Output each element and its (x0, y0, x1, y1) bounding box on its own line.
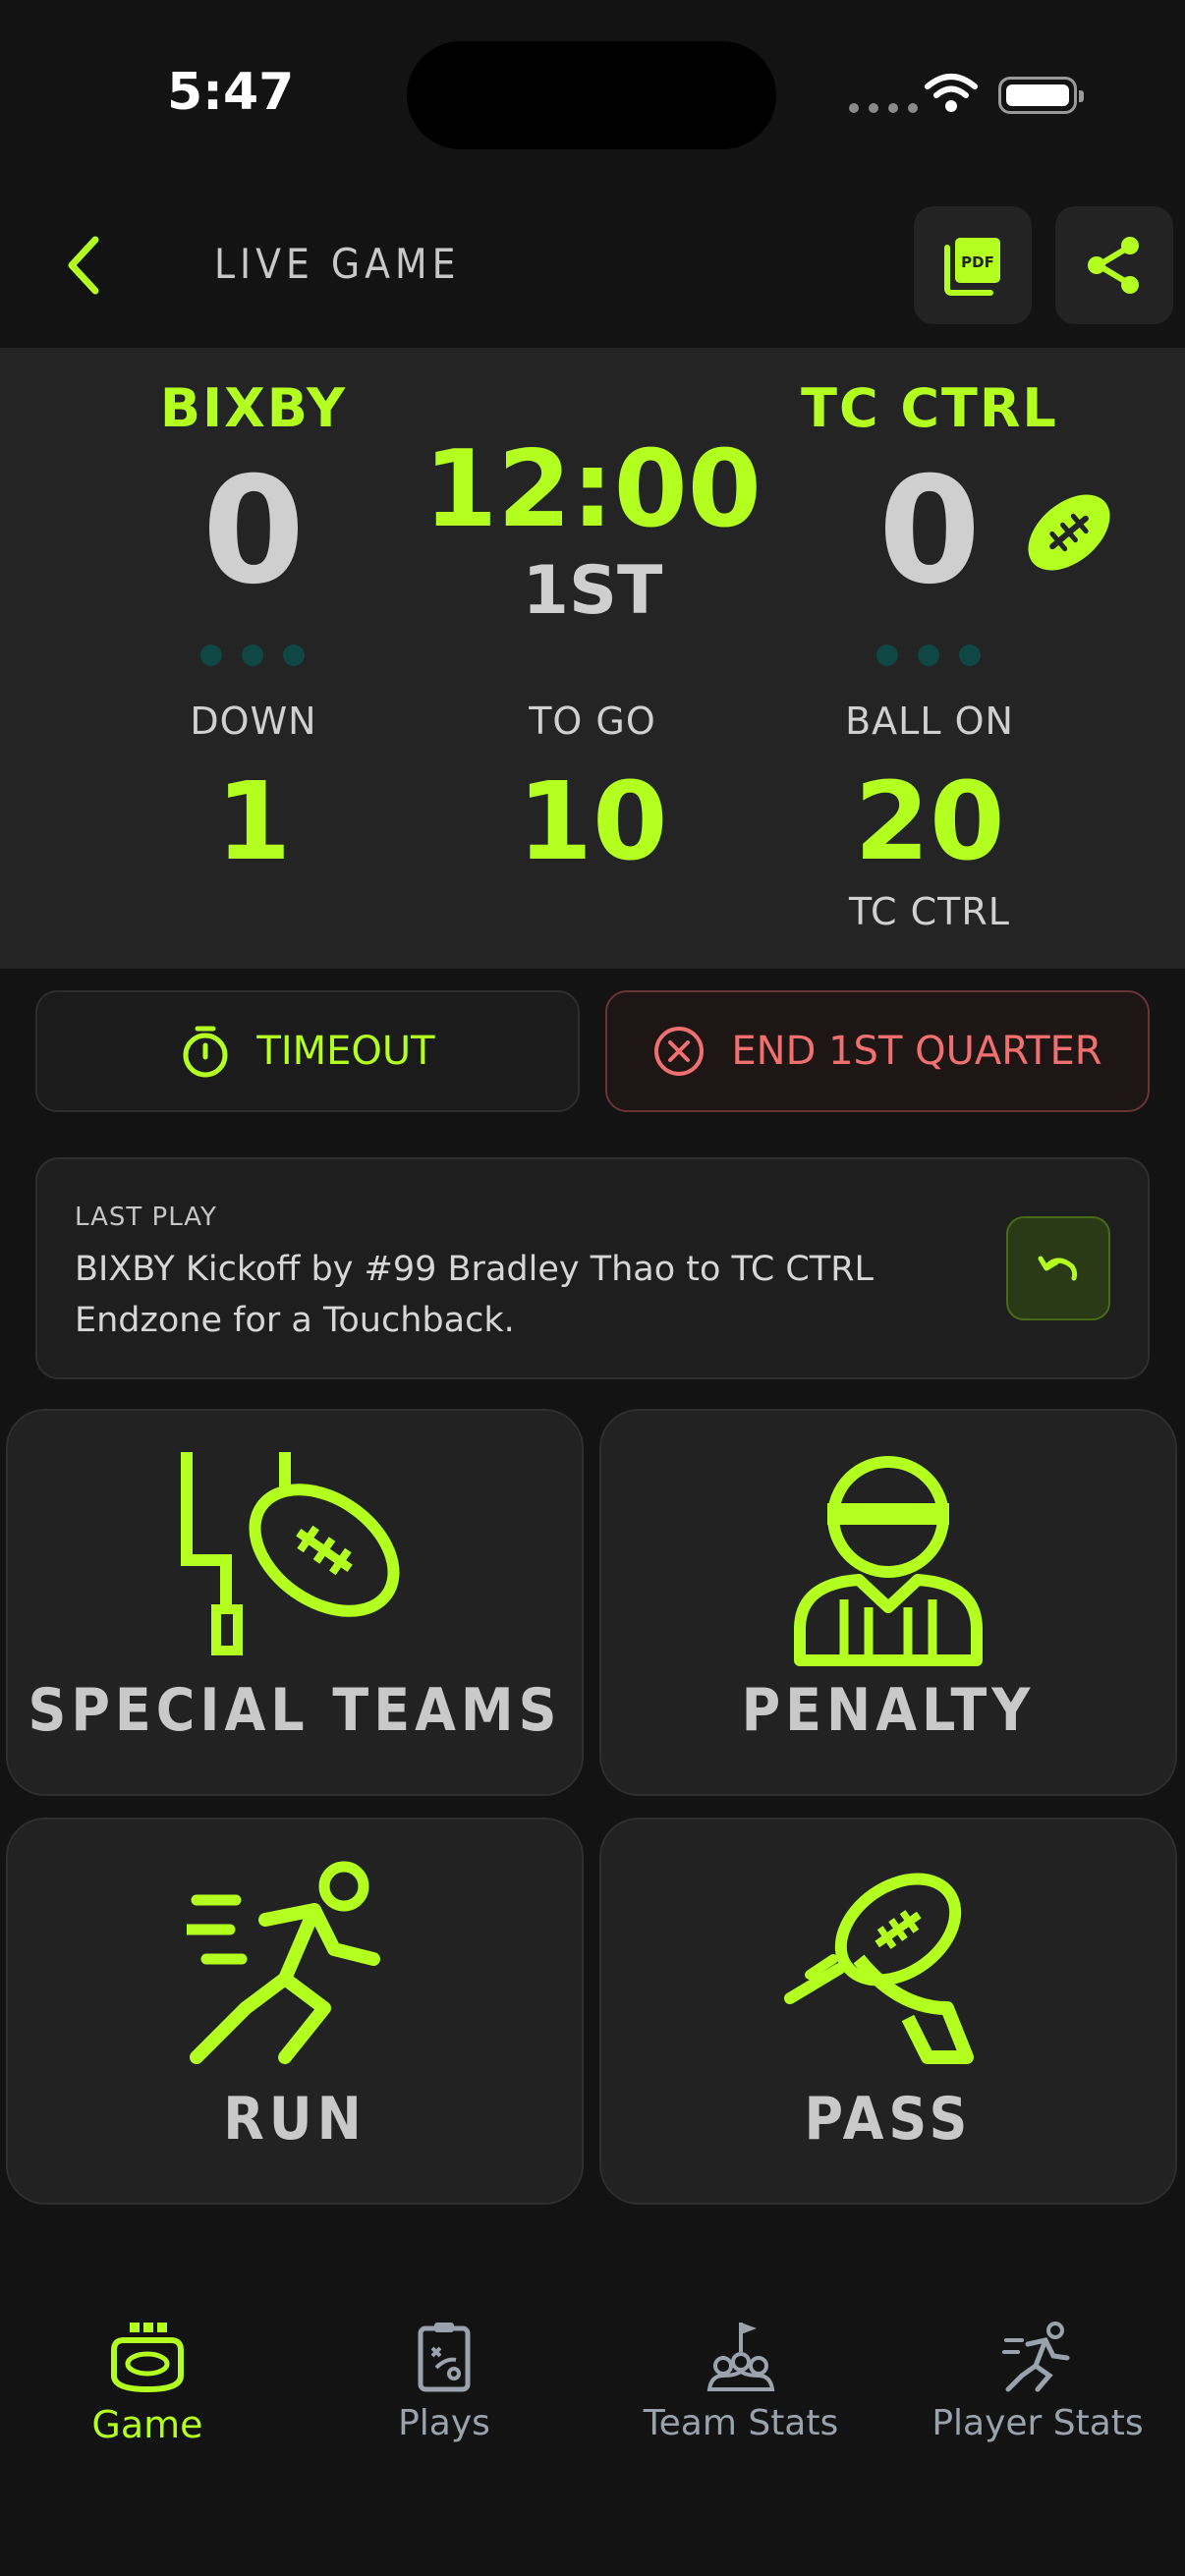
last-play-label: LAST PLAY (75, 1203, 217, 1232)
tab-team-stats-label: Team Stats (643, 2403, 839, 2443)
pdf-button[interactable]: PDF (914, 206, 1032, 324)
status-time: 5:47 (167, 63, 295, 122)
player-icon (1002, 2322, 1070, 2392)
runner-icon (187, 1861, 380, 2064)
pass-label: PASS (804, 2085, 973, 2154)
to-go-value[interactable]: 10 (396, 758, 789, 884)
tab-plays-label: Plays (398, 2403, 490, 2443)
clipboard-playbook-icon (418, 2323, 471, 2392)
share-icon (1088, 237, 1139, 294)
stopwatch-icon (183, 1026, 228, 1078)
home-team-score[interactable]: 0 (57, 446, 450, 617)
timeout-button-label: TIMEOUT (256, 1029, 435, 1074)
end-quarter-button-label: END 1ST QUARTER (731, 1029, 1102, 1074)
back-button[interactable] (49, 216, 118, 314)
stadium-icon (111, 2323, 184, 2393)
tab-player-stats-label: Player Stats (931, 2403, 1144, 2443)
field-goal-kick-icon (181, 1452, 400, 1655)
tab-game[interactable]: Game (0, 2319, 295, 2446)
possession-football-icon (1028, 494, 1110, 571)
special-teams-tile[interactable]: SPECIAL TEAMS (6, 1409, 584, 1796)
chevron-left-icon (68, 236, 99, 295)
undo-button[interactable] (1006, 1216, 1110, 1320)
close-circle-icon (654, 1027, 705, 1076)
tab-player-stats[interactable]: Player Stats (890, 2319, 1185, 2443)
run-tile[interactable]: RUN (6, 1818, 584, 2205)
page-title: LIVE GAME (214, 240, 461, 288)
undo-icon (1038, 1256, 1078, 1281)
away-timeouts-indicator (876, 644, 981, 666)
pdf-icon: PDF (944, 238, 1000, 296)
last-play-text: BIXBY Kickoff by #99 Bradley Thao to TC … (75, 1250, 875, 1340)
svg-text:PDF: PDF (961, 253, 994, 271)
tab-game-label: Game (91, 2403, 203, 2446)
last-play-card: LAST PLAY BIXBY Kickoff by #99 Bradley T… (35, 1157, 1150, 1379)
home-team-name: BIXBY (159, 377, 348, 439)
pass-tile[interactable]: PASS (599, 1818, 1177, 2205)
share-button[interactable] (1055, 206, 1173, 324)
wifi-icon (925, 74, 978, 112)
home-timeouts-indicator (200, 644, 305, 666)
run-label: RUN (223, 2085, 367, 2154)
team-flag-icon (706, 2323, 775, 2391)
scoreboard: BIXBY 0 12:00 1ST TC CTRL 0 DOWN 1 TO GO… (0, 348, 1185, 969)
ball-on-label: BALL ON (845, 700, 1014, 743)
ball-on-team: TC CTRL (849, 890, 1010, 933)
dynamic-island (407, 41, 776, 149)
to-go-label: TO GO (529, 700, 656, 743)
referee-icon (794, 1456, 983, 1666)
battery-icon (998, 77, 1084, 114)
penalty-tile[interactable]: PENALTY (599, 1409, 1177, 1796)
away-team-name: TC CTRL (801, 377, 1058, 439)
down-value[interactable]: 1 (57, 758, 450, 884)
penalty-label: PENALTY (741, 1676, 1036, 1745)
tab-team-stats[interactable]: Team Stats (593, 2319, 888, 2443)
tab-plays[interactable]: Plays (297, 2319, 592, 2443)
special-teams-label: SPECIAL TEAMS (28, 1676, 562, 1745)
pass-throw-icon (784, 1873, 974, 2064)
cellular-signal-icon (849, 103, 918, 113)
end-quarter-button[interactable]: END 1ST QUARTER (605, 990, 1150, 1112)
down-label: DOWN (190, 700, 317, 743)
timeout-button[interactable]: TIMEOUT (35, 990, 580, 1112)
ball-on-value[interactable]: 20 (733, 758, 1126, 884)
